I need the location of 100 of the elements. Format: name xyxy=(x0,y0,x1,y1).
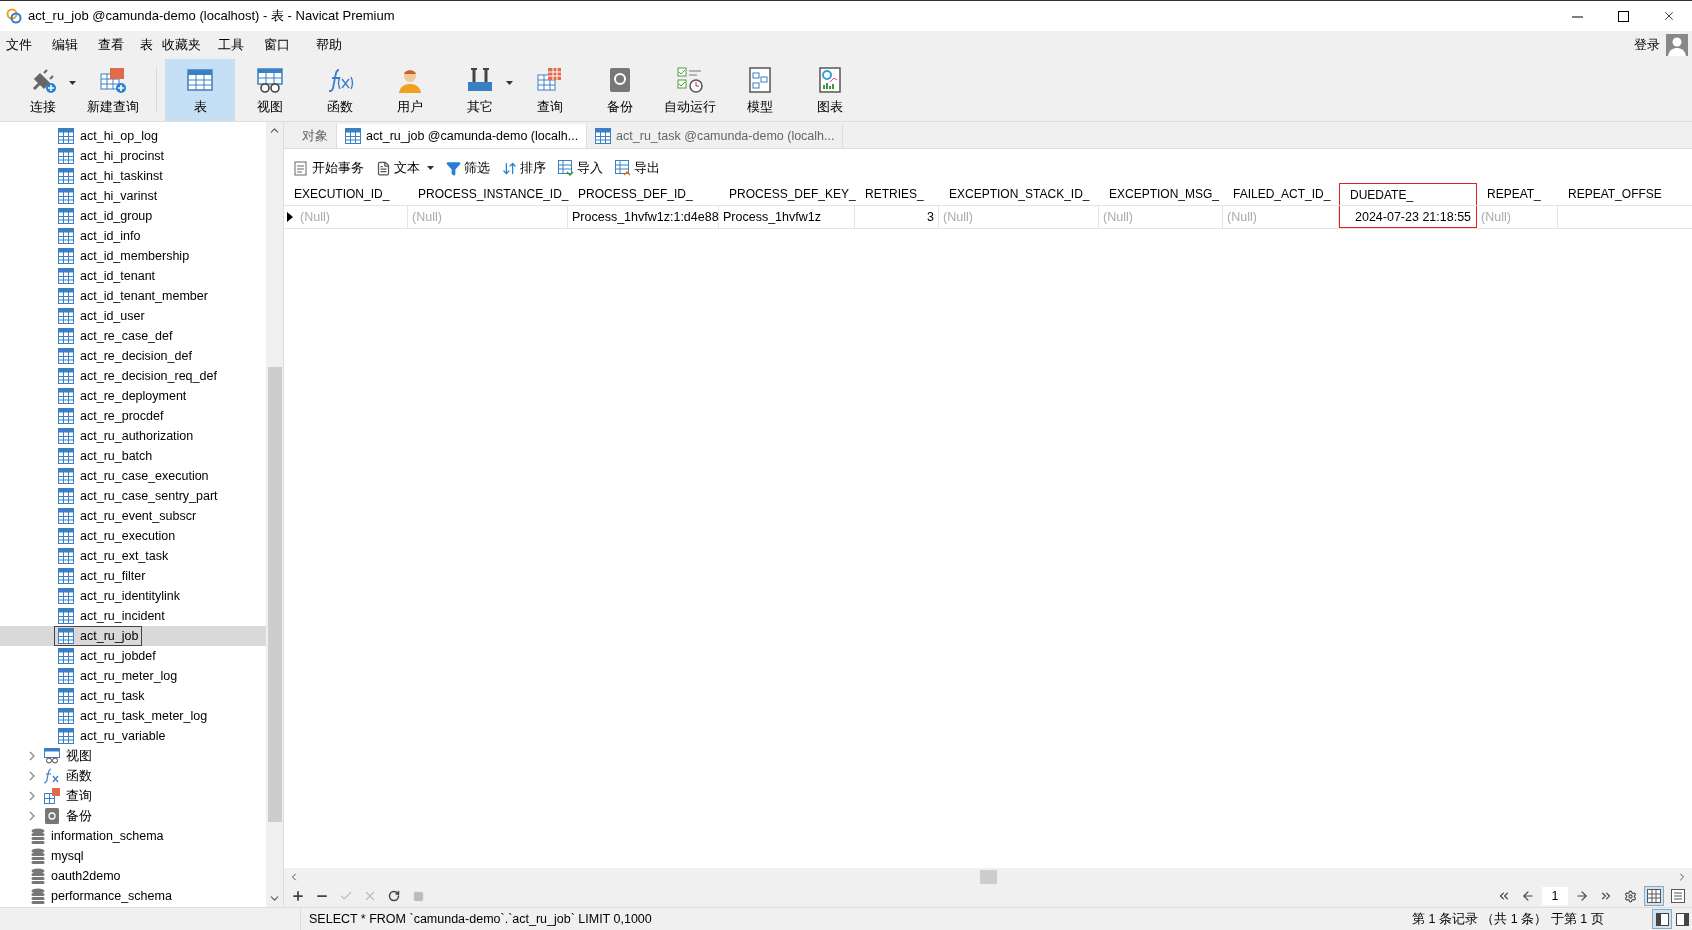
tree-item[interactable]: act_id_group xyxy=(54,206,157,226)
tree-item[interactable]: act_id_tenant_member xyxy=(54,286,212,306)
tree-item[interactable]: act_re_decision_def xyxy=(54,346,196,366)
table-icon xyxy=(58,708,74,724)
table-cell: 3 xyxy=(855,206,939,228)
menu-item[interactable]: 帮助 xyxy=(316,36,356,54)
tree-item[interactable]: act_ru_task xyxy=(54,686,149,706)
tree-item[interactable]: performance_schema xyxy=(28,886,175,906)
tree-item[interactable]: act_id_membership xyxy=(54,246,194,266)
tree-item[interactable]: act_ru_jobdef xyxy=(54,646,160,666)
tree-item[interactable]: act_ru_case_sentry_part xyxy=(54,486,222,506)
tree-item[interactable]: act_ru_meter_log xyxy=(54,666,182,686)
menu-item[interactable]: 查看 xyxy=(98,36,134,54)
toolbar-button[interactable]: 新建查询 xyxy=(78,59,148,121)
column-header[interactable]: PROCESS_DEF_KEY_ xyxy=(719,183,855,205)
grid-toolbar-button[interactable]: 排序 xyxy=(498,159,550,177)
column-header[interactable]: RETRIES_ xyxy=(855,183,939,205)
chevron-right-icon[interactable] xyxy=(28,771,36,781)
menu-item[interactable]: 表 xyxy=(140,36,156,54)
table-glasses-icon xyxy=(44,748,60,764)
menu-item[interactable]: 工具 xyxy=(218,36,258,54)
page-field[interactable]: 1 xyxy=(1542,887,1568,905)
menu-item[interactable]: 文件 xyxy=(6,36,46,54)
tree-item[interactable]: act_ru_task_meter_log xyxy=(54,706,212,726)
tree-item[interactable]: act_hi_varinst xyxy=(54,186,162,206)
toolbar-button[interactable]: 图表 xyxy=(795,59,865,121)
table-icon xyxy=(58,248,74,264)
toolbar-button[interactable]: 视图 xyxy=(235,59,305,121)
tree-item[interactable]: 备份 xyxy=(41,806,95,826)
grid-toolbar-button[interactable]: 导出 xyxy=(611,159,664,177)
form-icon xyxy=(1671,889,1685,903)
database-icon xyxy=(31,828,45,844)
tab[interactable]: act_ru_job @camunda-demo (localh... xyxy=(337,124,588,148)
tree-item[interactable]: act_ru_variable xyxy=(54,726,170,746)
tree-item[interactable]: 查询 xyxy=(41,786,95,806)
tree-item[interactable]: act_hi_taskinst xyxy=(54,166,167,186)
toolbar-button[interactable]: 备份 xyxy=(585,59,655,121)
grid-toolbar-button[interactable]: 导入 xyxy=(554,159,607,177)
chevron-right-icon[interactable] xyxy=(28,811,36,821)
column-header[interactable]: PROCESS_INSTANCE_ID_ xyxy=(408,183,568,205)
grid-icon xyxy=(1647,889,1661,903)
tree-item[interactable]: act_ru_case_execution xyxy=(54,466,213,486)
grid-view-button[interactable] xyxy=(1644,886,1664,906)
tree-item[interactable]: act_re_decision_req_def xyxy=(54,366,221,386)
tree-item[interactable]: act_ru_identitylink xyxy=(54,586,185,606)
column-header[interactable]: REPEAT_ xyxy=(1477,183,1558,205)
menu-item[interactable]: 窗口 xyxy=(264,36,310,54)
tree-item[interactable]: act_re_case_def xyxy=(54,326,177,346)
tree-item[interactable]: act_id_info xyxy=(54,226,145,246)
toolbar-button[interactable]: 自动运行 xyxy=(655,59,725,121)
tree-item[interactable]: act_ru_execution xyxy=(54,526,180,546)
toolbar-button[interactable]: 表 xyxy=(165,59,235,121)
tree-item[interactable]: act_id_user xyxy=(54,306,149,326)
toolbar-button[interactable]: 模型 xyxy=(725,59,795,121)
tree-item[interactable]: act_ru_filter xyxy=(54,566,150,586)
tree-item[interactable]: act_re_procdef xyxy=(54,406,168,426)
grid-toolbar-button[interactable]: 筛选 xyxy=(442,159,494,177)
column-header[interactable]: FAILED_ACT_ID_ xyxy=(1223,183,1339,205)
table-import-icon xyxy=(558,160,574,176)
avatar-icon[interactable] xyxy=(1666,34,1688,56)
toolbar-button[interactable]: 连接 xyxy=(8,59,78,121)
tree-item[interactable]: act_ru_ext_task xyxy=(54,546,173,566)
toolbar-button[interactable]: 其它 xyxy=(445,59,515,121)
tree-item[interactable]: 函数 xyxy=(41,766,95,786)
tree-item[interactable]: oauth2demo xyxy=(28,866,124,886)
column-header[interactable]: PROCESS_DEF_ID_ xyxy=(568,183,719,205)
toolbar-button[interactable]: 函数 xyxy=(305,59,375,121)
tree-item[interactable]: act_id_tenant xyxy=(54,266,160,286)
tree-item[interactable]: act_hi_op_log xyxy=(54,126,162,146)
panel-toggle-button[interactable] xyxy=(1652,909,1672,929)
tree-item[interactable]: 视图 xyxy=(41,746,95,766)
tree-item[interactable]: act_ru_incident xyxy=(54,606,169,626)
filter-icon xyxy=(446,160,461,176)
column-header[interactable]: EXCEPTION_MSG_ xyxy=(1099,183,1223,205)
grid-toolbar-button[interactable]: 文本 xyxy=(372,159,438,177)
tree-item[interactable]: act_ru_event_subscr xyxy=(54,506,201,526)
grid-toolbar-button[interactable]: 开始事务 xyxy=(290,159,368,177)
table-icon xyxy=(58,528,74,544)
app-logo-icon xyxy=(6,8,22,24)
chevron-right-icon[interactable] xyxy=(28,751,36,761)
tree-item[interactable]: act_ru_authorization xyxy=(54,426,198,446)
login-link[interactable]: 登录 xyxy=(1628,36,1666,54)
table-cell: (Null) xyxy=(1099,206,1223,228)
toolbar-button[interactable]: 查询 xyxy=(515,59,585,121)
column-header[interactable]: DUEDATE_ xyxy=(1339,183,1477,205)
menu-item[interactable]: 收藏夹 xyxy=(162,36,212,54)
tree-item[interactable]: act_ru_batch xyxy=(54,446,157,466)
menu-item[interactable]: 编辑 xyxy=(52,36,92,54)
column-header[interactable]: EXCEPTION_STACK_ID_ xyxy=(939,183,1099,205)
toolbar-button[interactable]: 用户 xyxy=(375,59,445,121)
column-header[interactable]: EXECUTION_ID_ xyxy=(284,183,408,205)
tree-item[interactable]: act_re_deployment xyxy=(54,386,191,406)
scrollbar-thumb[interactable] xyxy=(979,869,997,884)
tree-item[interactable]: mysql xyxy=(28,846,87,866)
chevron-right-icon[interactable] xyxy=(28,791,36,801)
tree-item[interactable]: information_schema xyxy=(28,826,167,846)
scrollbar-thumb[interactable] xyxy=(267,367,282,822)
tree-item[interactable]: act_hi_procinst xyxy=(54,146,169,166)
tree-item[interactable]: act_ru_job xyxy=(54,626,143,646)
form-view-button[interactable] xyxy=(1668,886,1688,906)
